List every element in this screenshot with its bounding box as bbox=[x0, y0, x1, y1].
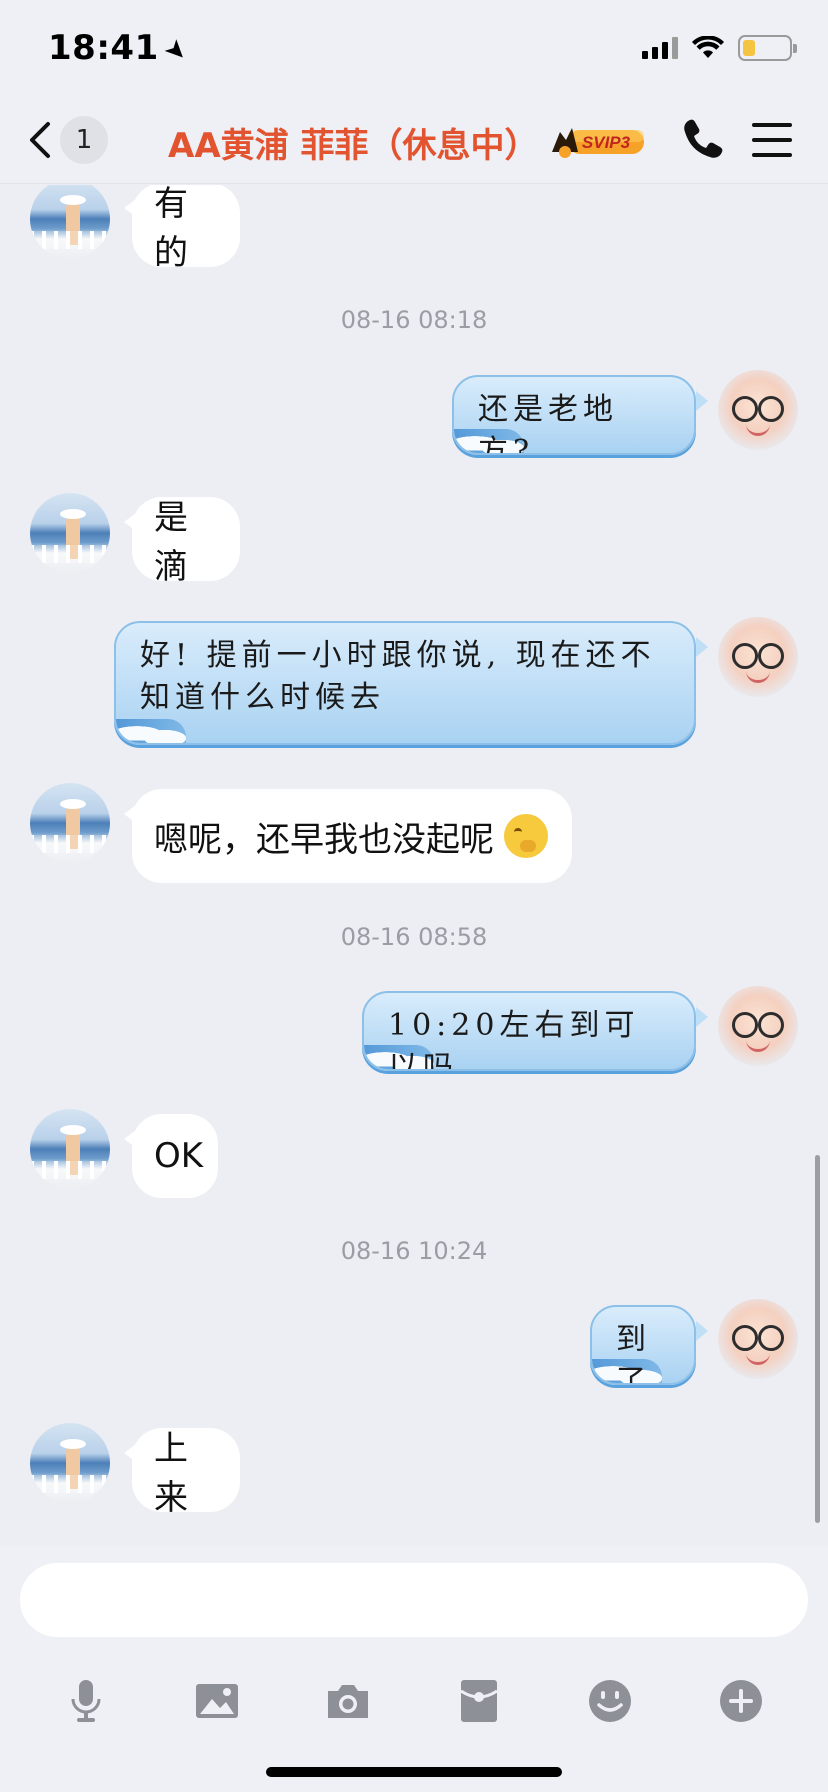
message-timestamp: 08-16 08:18 bbox=[340, 306, 488, 334]
message-text: 还是老地方? bbox=[478, 392, 618, 455]
red-packet-icon bbox=[460, 1680, 498, 1722]
composer-toolbar bbox=[0, 1675, 828, 1735]
wifi-icon bbox=[692, 36, 724, 58]
bubble-tail bbox=[696, 391, 708, 411]
cellular-signal-icon bbox=[642, 37, 678, 59]
bubble-tail bbox=[696, 1321, 708, 1341]
incoming-message-bubble[interactable]: 是滴 bbox=[124, 497, 240, 587]
home-indicator[interactable] bbox=[266, 1767, 562, 1777]
photo-button[interactable] bbox=[191, 1675, 243, 1727]
message-text: 嗯呢，还早我也没起呢 bbox=[154, 819, 494, 860]
contact-avatar[interactable] bbox=[30, 493, 110, 573]
time-text: 18:41 bbox=[48, 28, 159, 68]
message-text: 10:20左右到可以吗 bbox=[388, 1008, 640, 1071]
my-avatar[interactable] bbox=[718, 370, 798, 450]
location-arrow-icon: ➤ bbox=[157, 32, 195, 70]
bubble-tail bbox=[696, 637, 708, 657]
outgoing-message-bubble[interactable]: 10:20左右到可以吗 bbox=[362, 991, 696, 1071]
menu-icon[interactable] bbox=[752, 120, 792, 160]
camera-icon bbox=[328, 1685, 368, 1718]
contact-avatar[interactable] bbox=[30, 1423, 110, 1503]
phone-icon[interactable] bbox=[680, 116, 726, 162]
scrollbar[interactable] bbox=[815, 1155, 820, 1523]
plus-icon bbox=[720, 1680, 762, 1722]
contact-avatar[interactable] bbox=[30, 783, 110, 863]
status-icons bbox=[642, 34, 797, 62]
chat-title[interactable]: AA黄浦 菲菲（休息中） bbox=[168, 118, 538, 167]
incoming-message-bubble[interactable]: 有的 bbox=[124, 185, 240, 273]
microphone-icon bbox=[71, 1680, 101, 1722]
voice-button[interactable] bbox=[60, 1675, 112, 1727]
composer bbox=[0, 1545, 828, 1792]
message-text: OK bbox=[154, 1136, 204, 1176]
message-timestamp: 08-16 10:24 bbox=[340, 1237, 488, 1265]
outgoing-message-bubble[interactable]: 到了 bbox=[590, 1305, 696, 1385]
chat-header: 1 AA黄浦 菲菲（休息中） SVIP3 bbox=[0, 96, 828, 184]
outgoing-message-bubble[interactable]: 还是老地方? bbox=[452, 375, 696, 455]
back-button[interactable]: 1 bbox=[26, 114, 110, 166]
photo-icon bbox=[196, 1684, 238, 1718]
message-text: 好! 提前一小时跟你说, 现在还不知道什么时候去 bbox=[140, 638, 656, 715]
bubble-tail bbox=[696, 1007, 708, 1027]
contact-avatar[interactable] bbox=[30, 185, 110, 259]
my-avatar[interactable] bbox=[718, 1299, 798, 1379]
more-button[interactable] bbox=[715, 1675, 767, 1727]
status-bar: 18:41➤ bbox=[0, 0, 828, 96]
camera-button[interactable] bbox=[322, 1675, 374, 1727]
yawning-face-emoji-icon bbox=[504, 814, 548, 858]
outgoing-message-bubble[interactable]: 好! 提前一小时跟你说, 现在还不知道什么时候去 bbox=[114, 621, 696, 745]
my-avatar[interactable] bbox=[718, 986, 798, 1066]
unread-count-badge: 1 bbox=[60, 116, 108, 164]
message-list[interactable]: 有的 08-16 08:18 还是老地方? 是滴 好! 提前一小时跟你说, 现在… bbox=[0, 185, 828, 1545]
incoming-message-bubble[interactable]: OK bbox=[124, 1114, 218, 1198]
battery-icon bbox=[738, 35, 797, 61]
incoming-message-bubble[interactable]: 嗯呢，还早我也没起呢 bbox=[124, 789, 572, 883]
message-input[interactable] bbox=[20, 1563, 808, 1637]
message-text: 有的 bbox=[154, 185, 188, 273]
incoming-message-bubble[interactable]: 上来 bbox=[124, 1428, 240, 1518]
emoji-icon bbox=[589, 1680, 631, 1722]
status-time: 18:41➤ bbox=[48, 28, 194, 69]
svip-badge-icon[interactable]: SVIP3 bbox=[550, 122, 646, 158]
message-timestamp: 08-16 08:58 bbox=[340, 923, 488, 951]
svip-label: SVIP3 bbox=[582, 133, 631, 152]
red-packet-button[interactable] bbox=[453, 1675, 505, 1727]
message-text: 到了 bbox=[616, 1322, 651, 1385]
message-text: 是滴 bbox=[154, 498, 188, 587]
chevron-left-icon bbox=[30, 122, 50, 158]
my-avatar[interactable] bbox=[718, 617, 798, 697]
message-text: 上来 bbox=[154, 1429, 188, 1518]
emoji-button[interactable] bbox=[584, 1675, 636, 1727]
contact-avatar[interactable] bbox=[30, 1109, 110, 1189]
